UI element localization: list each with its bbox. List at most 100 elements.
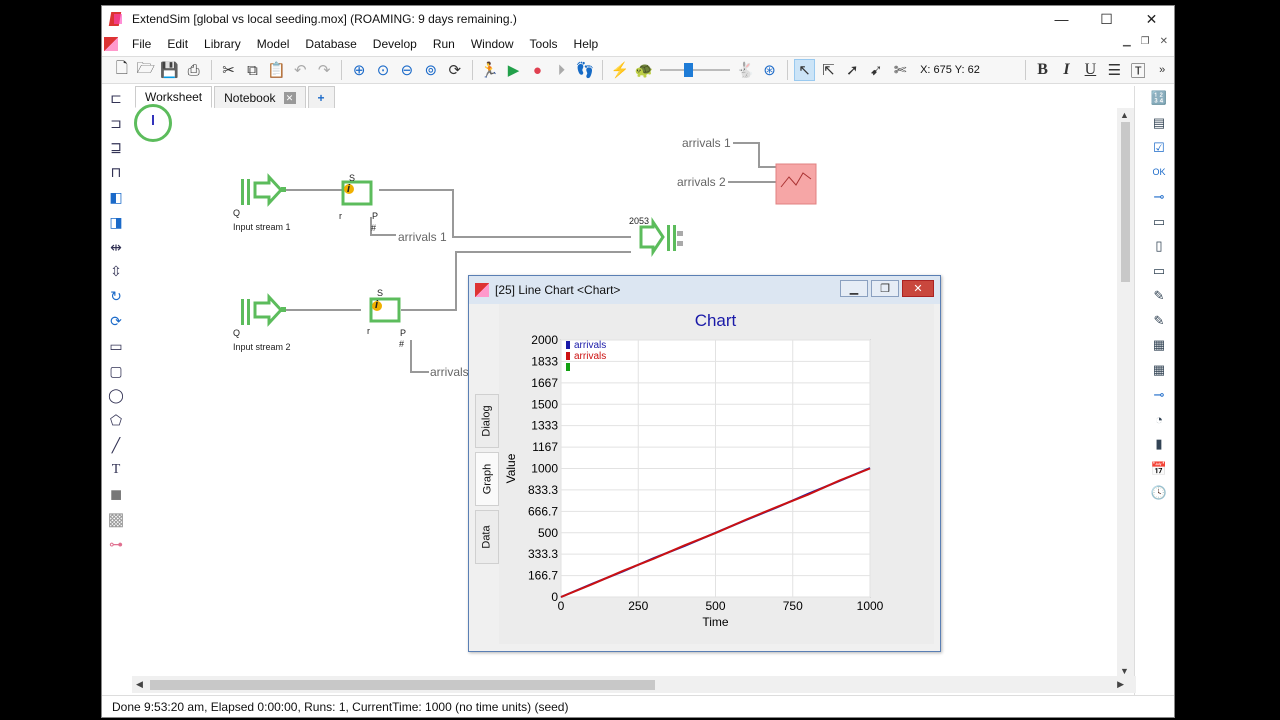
zoom-out-icon[interactable]: ⊖ (396, 59, 418, 81)
checkbox-icon[interactable]: ☑ (1147, 135, 1171, 160)
meter-icon[interactable]: ◔ (1147, 407, 1171, 432)
close-tab-icon[interactable]: ✕ (283, 91, 296, 104)
doc-minimize-icon[interactable]: ▁ (1123, 36, 1131, 47)
step-icon[interactable]: ⏵ (550, 59, 572, 81)
label-icon[interactable]: ▭ (1147, 259, 1171, 284)
fill-color-icon[interactable]: ■ (102, 483, 130, 508)
slider-thumb[interactable] (684, 63, 694, 77)
switch-icon[interactable]: ▮ (1147, 432, 1171, 457)
rabbit-fast-icon[interactable]: 🐇 (735, 59, 757, 81)
run-play-icon[interactable]: ▶ (503, 59, 525, 81)
horizontal-scrollbar[interactable]: ◀ ▶ (132, 676, 1136, 693)
chart-restore-button[interactable]: ❐ (871, 280, 899, 297)
align-right-icon[interactable]: ⊒ (102, 136, 130, 161)
rounded-rectangle-tool-icon[interactable]: ▢ (102, 359, 130, 384)
close-button[interactable]: ✕ (1129, 6, 1174, 32)
scroll-left-icon[interactable]: ◀ (136, 679, 143, 690)
stop-icon[interactable]: ● (527, 59, 549, 81)
align-left-icon[interactable]: ⊏ (102, 86, 130, 111)
line-chart-dialog[interactable]: [25] Line Chart <Chart> ▁ ❐ ✕ Dialog Gra… (468, 275, 941, 652)
text-tool-icon[interactable]: T (102, 458, 130, 483)
footsteps-icon[interactable]: 👣 (574, 59, 596, 81)
chart-dialog-titlebar[interactable]: [25] Line Chart <Chart> ▁ ❐ ✕ (469, 276, 940, 304)
cursor-tool-2-icon[interactable]: ⇱ (817, 59, 839, 81)
polygon-tool-icon[interactable]: ⬠ (102, 408, 130, 433)
menu-library[interactable]: Library (196, 37, 249, 51)
zoom-icon[interactable]: ⊙ (372, 59, 394, 81)
text-box-icon[interactable]: 🅃 (1127, 59, 1149, 81)
numeric-display-icon[interactable]: 🔢 (1147, 86, 1171, 111)
menu-develop[interactable]: Develop (365, 37, 425, 51)
radio-button-icon[interactable]: ⊸ (1147, 185, 1171, 210)
zoom-in-icon[interactable]: ⊕ (348, 59, 370, 81)
italic-button[interactable]: I (1056, 59, 1078, 81)
rotate-90-icon[interactable]: ↻ (102, 284, 130, 309)
new-file-icon[interactable]: 🗋 (111, 59, 133, 81)
doc-close-icon[interactable]: ✕ (1160, 36, 1168, 47)
pointer-cursor-icon[interactable]: ↖ (793, 59, 816, 81)
print-icon[interactable]: ⎙ (183, 59, 205, 81)
underline-button[interactable]: U (1079, 59, 1101, 81)
undo-icon[interactable]: ↶ (289, 59, 311, 81)
redo-icon[interactable]: ↷ (313, 59, 335, 81)
edit-text-icon[interactable]: ✎ (1147, 284, 1171, 309)
rotate-icon[interactable]: ⟳ (102, 309, 130, 334)
menu-model[interactable]: Model (249, 37, 298, 51)
toolbar-overflow-icon[interactable]: » (1151, 59, 1173, 81)
globe-icon[interactable]: ⊛ (759, 59, 781, 81)
line-tool-icon[interactable]: ╱ (102, 433, 130, 458)
animation-off-icon[interactable]: ⚡ (609, 59, 631, 81)
table-icon[interactable]: ▦ (1147, 333, 1171, 358)
data-table-icon[interactable]: ▦ (1147, 358, 1171, 383)
open-folder-icon[interactable]: 🗁 (135, 59, 157, 81)
calendar-icon[interactable]: 📅 (1147, 456, 1171, 481)
animation-speed-slider[interactable] (660, 59, 730, 81)
doc-restore-icon[interactable]: ❐ (1141, 36, 1150, 47)
maximize-button[interactable]: ☐ (1084, 6, 1129, 32)
cursor-tool-3-icon[interactable]: ➚ (841, 59, 863, 81)
chart-minimize-button[interactable]: ▁ (840, 280, 868, 297)
scissors-tool-icon[interactable]: ✄ (889, 59, 911, 81)
menu-edit[interactable]: Edit (159, 37, 196, 51)
add-tab-button[interactable]: + (307, 86, 335, 108)
ok-button-icon[interactable]: OK (1147, 160, 1171, 185)
send-back-icon[interactable]: ◨ (102, 210, 130, 235)
oval-tool-icon[interactable]: ◯ (102, 384, 130, 409)
copy-icon[interactable]: ⧉ (242, 59, 264, 81)
align-left-icon[interactable]: ☰ (1103, 59, 1125, 81)
minimize-button[interactable]: — (1039, 6, 1084, 32)
tab-graph[interactable]: Graph (475, 452, 499, 506)
horizontal-scroll-thumb[interactable] (150, 680, 655, 690)
frame-icon[interactable]: ▭ (1147, 209, 1171, 234)
text-frame-icon[interactable]: ▯ (1147, 234, 1171, 259)
menu-file[interactable]: File (124, 37, 159, 51)
bold-button[interactable]: B (1032, 59, 1054, 81)
zoom-fit-icon[interactable]: ⊚ (420, 59, 442, 81)
edit-text2-icon[interactable]: ✎ (1147, 308, 1171, 333)
menu-window[interactable]: Window (463, 37, 522, 51)
align-bottom-icon[interactable]: ⊓ (102, 160, 130, 185)
save-icon[interactable]: 💾 (159, 59, 181, 81)
refresh-view-icon[interactable]: ⟳ (444, 59, 466, 81)
connector-style-icon[interactable]: ⊶ (102, 532, 130, 557)
turtle-slow-icon[interactable]: 🐢 (633, 59, 655, 81)
line-chart[interactable]: 0 250 500 750 1000 0 166.7 333.3 500 666.7 833.3 10… (499, 304, 934, 644)
pattern-icon[interactable]: ▩ (102, 508, 130, 533)
tab-notebook[interactable]: Notebook ✕ (214, 86, 306, 108)
slider-icon[interactable]: ⊸ (1147, 382, 1171, 407)
paste-icon[interactable]: 📋 (265, 59, 287, 81)
dialog-item-icon[interactable]: ▤ (1147, 111, 1171, 136)
tab-dialog[interactable]: Dialog (475, 394, 499, 448)
menu-database[interactable]: Database (297, 37, 364, 51)
cut-icon[interactable]: ✂ (218, 59, 240, 81)
scroll-right-icon[interactable]: ▶ (1117, 679, 1124, 690)
clock-icon[interactable]: 🕓 (1147, 481, 1171, 506)
flip-horizontal-icon[interactable]: ⇹ (102, 235, 130, 260)
menu-tools[interactable]: Tools (522, 37, 566, 51)
cursor-tool-4-icon[interactable]: ➹ (865, 59, 887, 81)
align-top-icon[interactable]: ⊐ (102, 111, 130, 136)
run-man-icon[interactable]: 🏃 (479, 59, 501, 81)
menu-help[interactable]: Help (566, 37, 607, 51)
bring-front-icon[interactable]: ◧ (102, 185, 130, 210)
tab-data[interactable]: Data (475, 510, 499, 564)
